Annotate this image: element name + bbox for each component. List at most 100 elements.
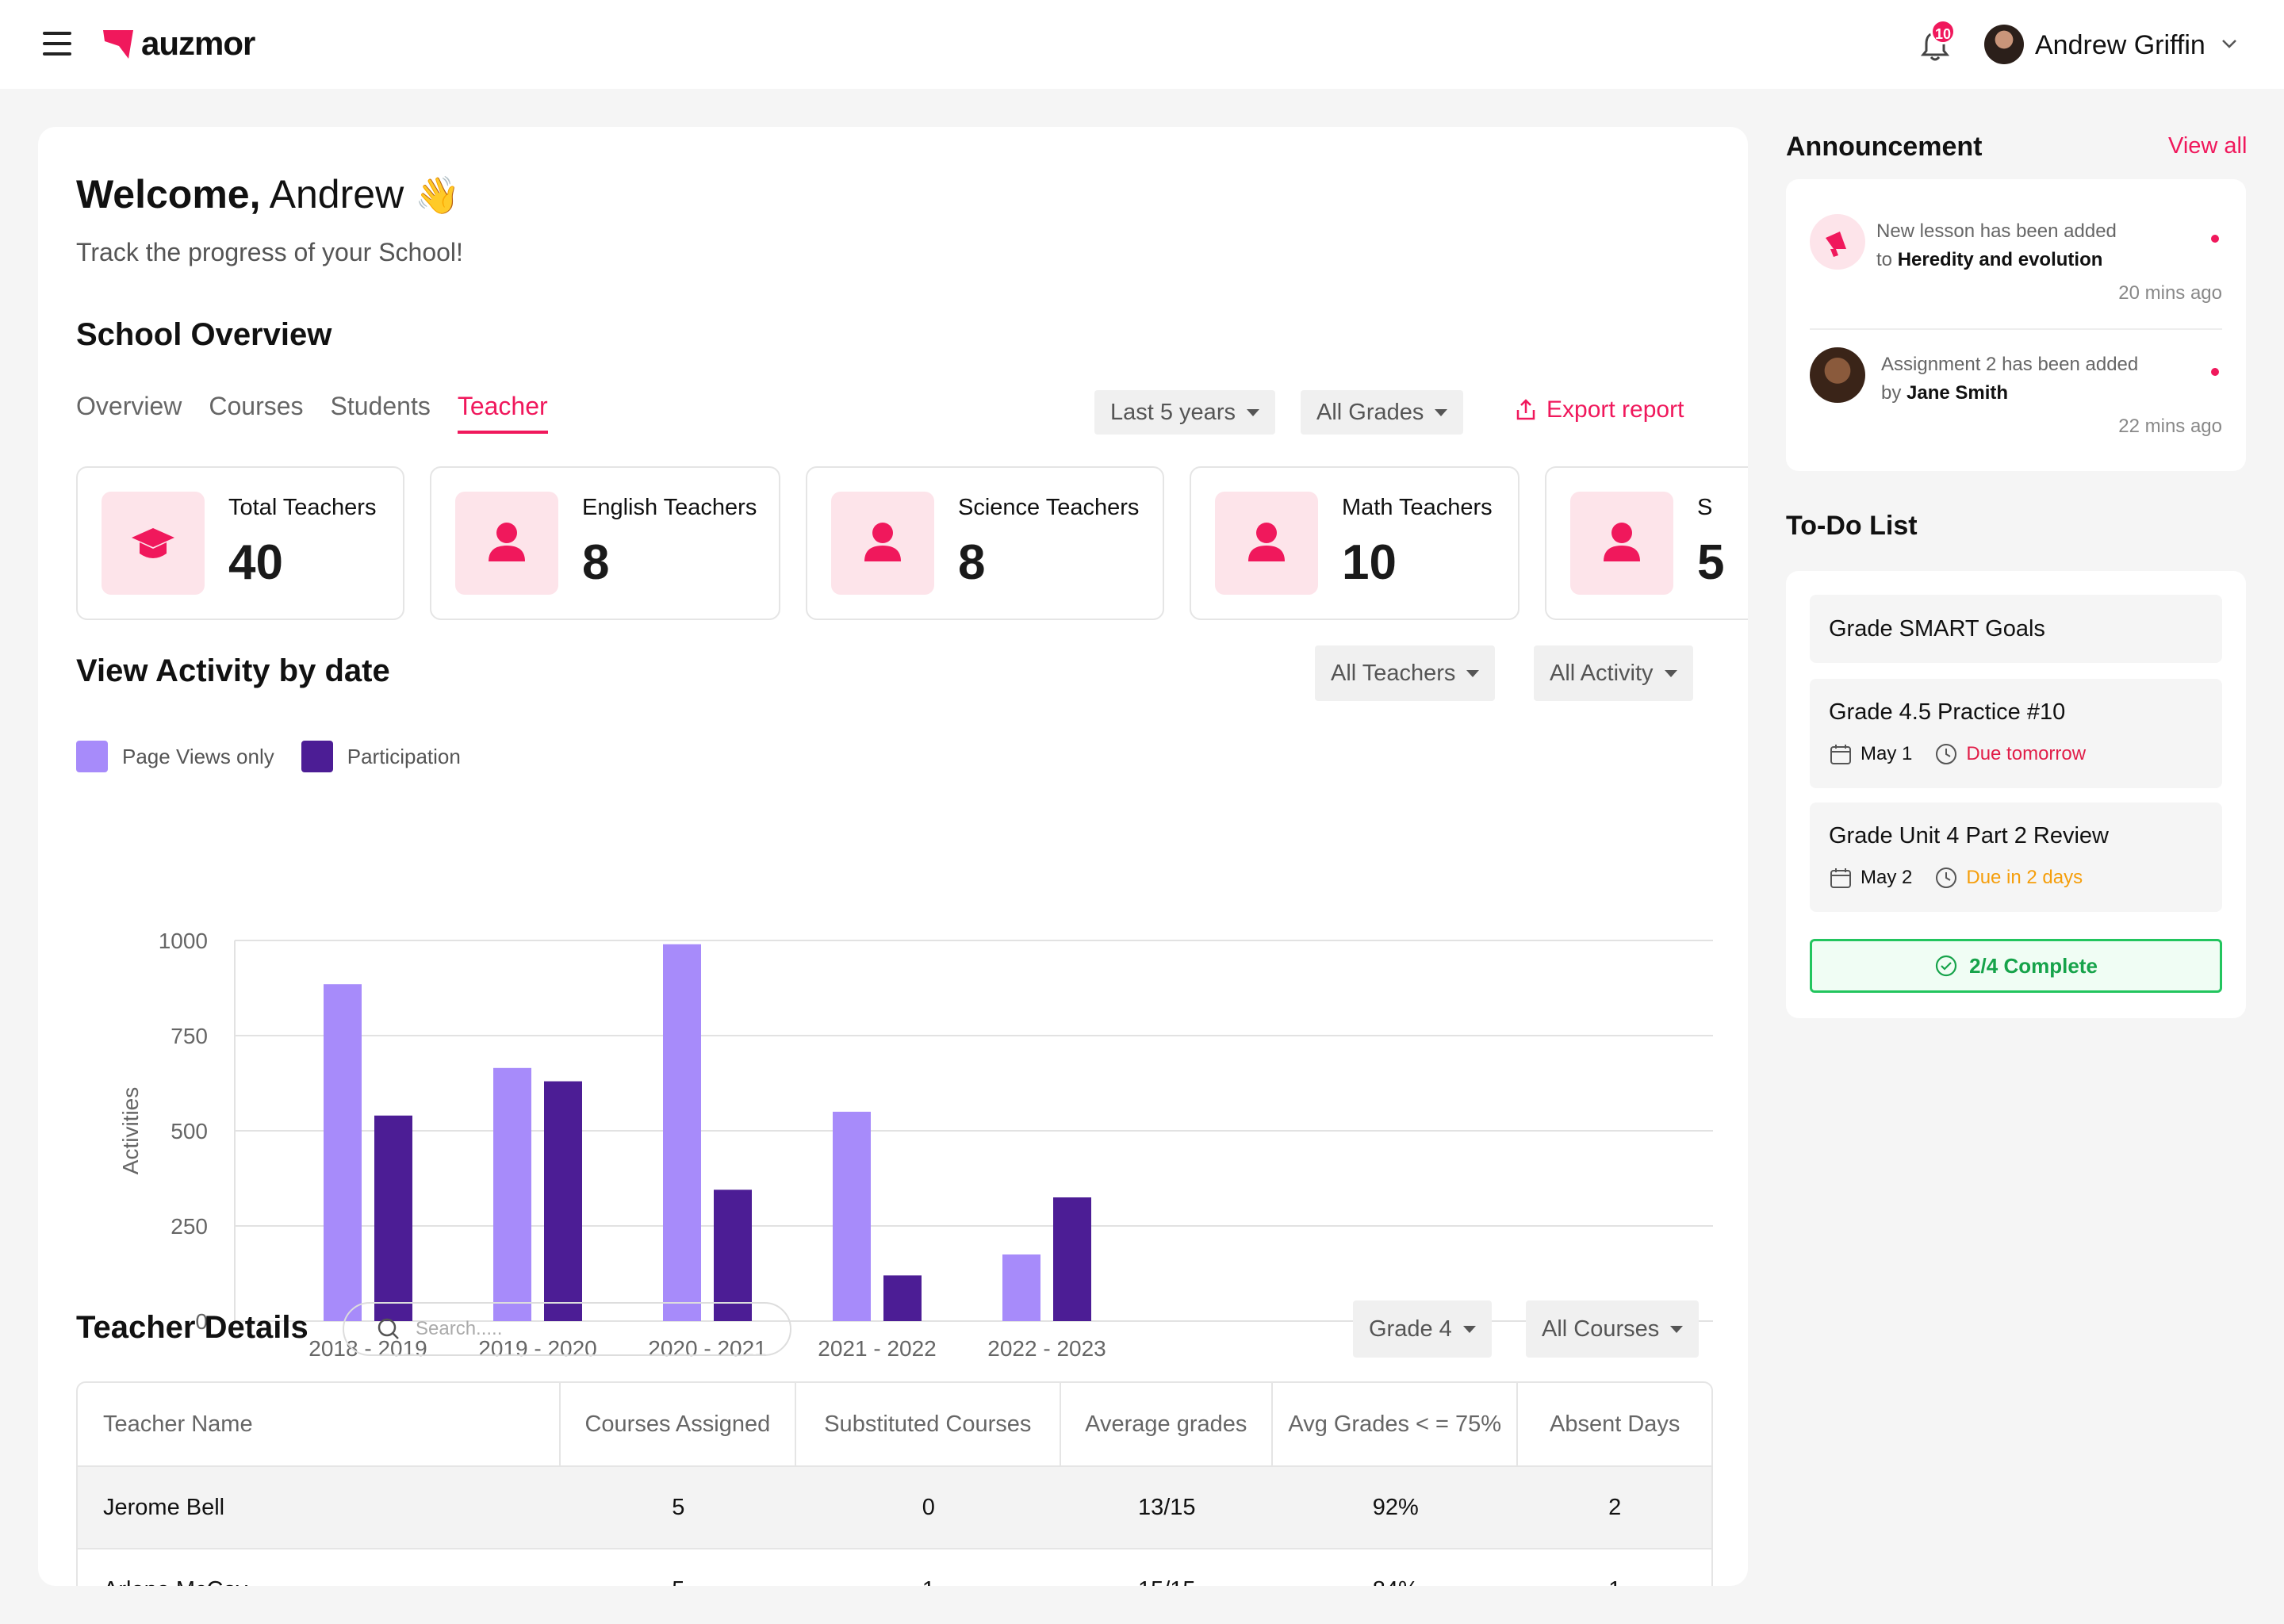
caret-down-icon bbox=[1664, 669, 1677, 677]
stat-card-partial[interactable]: S 5 bbox=[1545, 466, 1748, 620]
announcement-item[interactable]: Assignment 2 has been added by Jane Smit… bbox=[1810, 347, 2222, 450]
legend-label-participation: Participation bbox=[347, 744, 461, 768]
date-range-label: Last 5 years bbox=[1110, 399, 1236, 425]
table-row[interactable]: Arlene McCoy 5 1 15/15 84% 1 bbox=[78, 1548, 1711, 1586]
teacher-search-input[interactable]: Search..... bbox=[343, 1302, 791, 1356]
brand-name: auzmor bbox=[141, 25, 255, 62]
stat-value: 5 bbox=[1697, 535, 1725, 590]
welcome-subtitle: Track the progress of your School! bbox=[76, 238, 463, 266]
stat-label: S bbox=[1697, 495, 1713, 520]
todo-card: Grade SMART Goals Grade 4.5 Practice #10… bbox=[1786, 571, 2246, 1018]
tab-overview[interactable]: Overview bbox=[76, 392, 182, 434]
stat-value: 40 bbox=[228, 535, 283, 590]
tab-students[interactable]: Students bbox=[331, 392, 431, 434]
waving-hand-icon: 👋 bbox=[415, 174, 461, 216]
date-range-dropdown[interactable]: Last 5 years bbox=[1094, 390, 1275, 435]
calendar-icon bbox=[1830, 745, 1851, 764]
grades-label: All Grades bbox=[1316, 399, 1424, 425]
todo-item-meta: May 2 Due in 2 days bbox=[1829, 866, 2083, 890]
courses-filter-label: All Courses bbox=[1542, 1316, 1660, 1342]
view-all-link[interactable]: View all bbox=[2168, 133, 2247, 159]
export-report-button[interactable]: Export report bbox=[1513, 396, 1684, 423]
announcement-prefix: to bbox=[1876, 249, 1893, 270]
table-cell: 2 bbox=[1518, 1465, 1711, 1548]
stat-value: 10 bbox=[1342, 535, 1397, 590]
welcome-greeting: Welcome, bbox=[76, 172, 261, 216]
bar-page-views bbox=[493, 1067, 531, 1321]
stat-card-math-teachers[interactable]: Math Teachers 10 bbox=[1190, 466, 1519, 620]
clock-icon bbox=[1936, 744, 1957, 764]
table-row[interactable]: Jerome Bell 5 0 13/15 92% 2 bbox=[78, 1465, 1711, 1548]
unread-dot bbox=[2211, 235, 2219, 243]
column-header[interactable]: Absent Days bbox=[1518, 1383, 1711, 1465]
person-icon bbox=[1570, 492, 1673, 595]
stat-card-total-teachers[interactable]: Total Teachers 40 bbox=[76, 466, 404, 620]
overview-tabs: Overview Courses Students Teacher bbox=[76, 392, 548, 434]
divider bbox=[1810, 328, 2222, 330]
jane-smith-avatar bbox=[1810, 347, 1865, 403]
auzmor-logo-icon bbox=[103, 30, 133, 59]
menu-icon[interactable] bbox=[43, 32, 71, 57]
welcome-heading: Welcome, Andrew 👋 bbox=[76, 171, 460, 217]
table-cell: 5 bbox=[560, 1548, 797, 1586]
check-circle-icon bbox=[1935, 955, 1957, 977]
stat-card-english-teachers[interactable]: English Teachers 8 bbox=[430, 466, 780, 620]
person-icon bbox=[455, 492, 558, 595]
announcement-subject: Heredity and evolution bbox=[1897, 249, 2103, 270]
todo-item[interactable]: Grade SMART Goals bbox=[1810, 595, 2222, 663]
person-icon bbox=[831, 492, 934, 595]
search-icon bbox=[377, 1318, 399, 1339]
announcement-subject: Jane Smith bbox=[1907, 382, 2009, 404]
table-cell: Jerome Bell bbox=[78, 1465, 561, 1548]
todo-item[interactable]: Grade Unit 4 Part 2 Review May 2 Due in … bbox=[1810, 802, 2222, 912]
user-avatar[interactable] bbox=[1984, 25, 2024, 64]
top-bar: auzmor 10 Andrew Griffin bbox=[0, 0, 2284, 89]
complete-progress-button[interactable]: 2/4 Complete bbox=[1810, 939, 2222, 993]
bar-page-views bbox=[324, 984, 362, 1321]
bar-participation bbox=[883, 1275, 922, 1321]
announcement-time: 20 mins ago bbox=[2118, 282, 2222, 304]
announcement-line: Assignment 2 has been added bbox=[1881, 354, 2139, 375]
chevron-down-icon[interactable] bbox=[2221, 35, 2238, 52]
todo-item[interactable]: Grade 4.5 Practice #10 May 1 Due tomorro… bbox=[1810, 679, 2222, 788]
table-cell: 1 bbox=[1518, 1548, 1711, 1586]
caret-down-icon bbox=[1435, 408, 1448, 416]
main-content-card: Welcome, Andrew 👋 Track the progress of … bbox=[38, 127, 1748, 1586]
column-header[interactable]: Courses Assigned bbox=[561, 1383, 797, 1465]
brand-logo[interactable]: auzmor bbox=[102, 24, 255, 63]
announcement-text: New lesson has been added to Heredity an… bbox=[1876, 217, 2117, 274]
announcement-item[interactable]: New lesson has been added to Heredity an… bbox=[1810, 214, 2222, 317]
activity-bar-chart: 02505007501000Activities2018 - 2019 2019 … bbox=[118, 929, 1713, 1361]
person-icon bbox=[1215, 492, 1318, 595]
announcement-title: Announcement bbox=[1786, 132, 1983, 162]
grades-dropdown[interactable]: All Grades bbox=[1301, 390, 1464, 435]
legend-swatch-page-views bbox=[76, 741, 108, 772]
tab-teacher[interactable]: Teacher bbox=[457, 392, 548, 434]
tab-courses[interactable]: Courses bbox=[209, 392, 303, 434]
courses-dropdown[interactable]: All Courses bbox=[1526, 1300, 1700, 1358]
todo-item-title: Grade Unit 4 Part 2 Review bbox=[1829, 823, 2109, 848]
column-header[interactable]: Avg Grades < = 75% bbox=[1273, 1383, 1519, 1465]
teachers-dropdown[interactable]: All Teachers bbox=[1315, 645, 1496, 701]
grade-filter-label: Grade 4 bbox=[1369, 1316, 1452, 1342]
caret-down-icon bbox=[1466, 669, 1480, 677]
user-name[interactable]: Andrew Griffin bbox=[2035, 30, 2205, 61]
stat-card-science-teachers[interactable]: Science Teachers 8 bbox=[806, 466, 1164, 620]
bar-page-views bbox=[1002, 1254, 1040, 1321]
column-header[interactable]: Substituted Courses bbox=[796, 1383, 1061, 1465]
todo-item-title: Grade 4.5 Practice #10 bbox=[1829, 699, 2066, 725]
bar-participation bbox=[1053, 1197, 1091, 1321]
chart-legend: Page Views only Participation bbox=[76, 741, 461, 772]
y-tick-label: 750 bbox=[171, 1024, 208, 1048]
activity-dropdown[interactable]: All Activity bbox=[1534, 645, 1693, 701]
y-tick-label: 1000 bbox=[159, 929, 208, 953]
export-icon bbox=[1516, 399, 1535, 420]
grade-dropdown[interactable]: Grade 4 bbox=[1353, 1300, 1492, 1358]
column-header[interactable]: Average grades bbox=[1061, 1383, 1274, 1465]
welcome-name: Andrew bbox=[269, 172, 404, 216]
column-header[interactable]: Teacher Name bbox=[78, 1383, 561, 1465]
calendar-icon bbox=[1830, 868, 1851, 888]
todo-due: Due tomorrow bbox=[1966, 743, 2087, 764]
announcement-time: 22 mins ago bbox=[2118, 416, 2222, 437]
table-cell: 0 bbox=[796, 1465, 1061, 1548]
